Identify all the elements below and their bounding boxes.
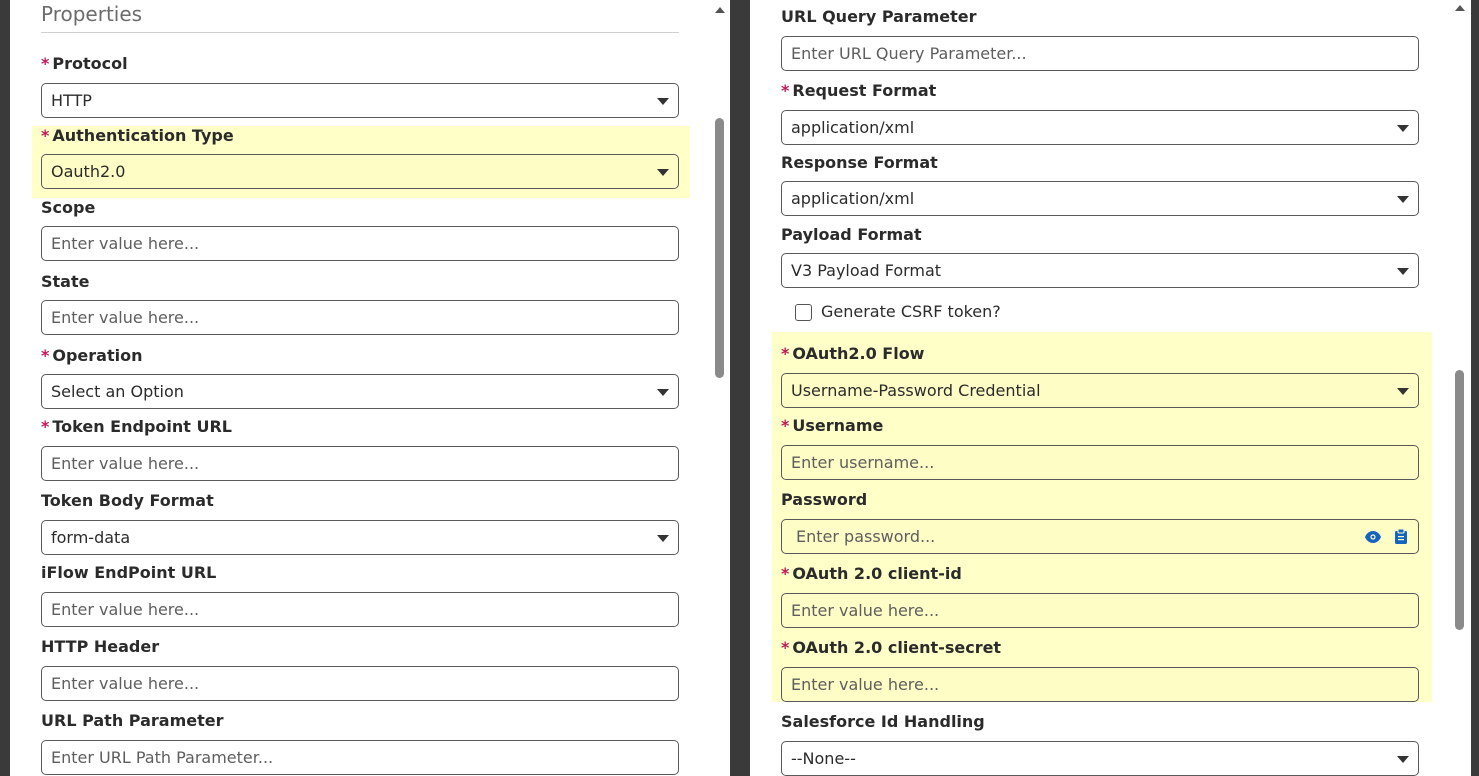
client-id-label: * OAuth 2.0 client-id xyxy=(781,564,962,583)
request-format-label: * Request Format xyxy=(781,81,937,100)
username-input[interactable]: Enter username... xyxy=(781,445,1419,480)
chevron-down-icon xyxy=(657,169,669,176)
payload-format-label: Payload Format xyxy=(781,225,922,244)
response-format-label: Response Format xyxy=(781,153,938,172)
chevron-down-icon xyxy=(1397,196,1409,203)
response-format-select[interactable]: application/xml xyxy=(781,181,1419,216)
client-secret-input[interactable]: Enter value here... xyxy=(781,667,1419,702)
chevron-down-icon xyxy=(1397,756,1409,763)
scroll-up-arrow-icon[interactable] xyxy=(1455,5,1465,11)
chevron-down-icon xyxy=(1397,388,1409,395)
required-asterisk: * xyxy=(41,126,50,145)
right-properties-panel: URL Query Parameter Enter URL Query Para… xyxy=(750,0,1471,776)
eye-icon[interactable] xyxy=(1365,529,1381,545)
chevron-down-icon xyxy=(1397,125,1409,132)
payload-format-select[interactable]: V3 Payload Format xyxy=(781,253,1419,288)
protocol-label: * Protocol xyxy=(41,54,128,73)
chevron-down-icon xyxy=(657,389,669,396)
client-id-input[interactable]: Enter value here... xyxy=(781,593,1419,628)
heading-divider xyxy=(41,32,679,33)
chevron-down-icon xyxy=(657,98,669,105)
left-scrollbar-thumb[interactable] xyxy=(715,118,724,378)
token-endpoint-label: * Token Endpoint URL xyxy=(41,417,232,436)
http-header-label: HTTP Header xyxy=(41,637,160,656)
url-query-param-input[interactable]: Enter URL Query Parameter... xyxy=(781,36,1419,71)
token-body-format-select[interactable]: form-data xyxy=(41,520,679,555)
salesforce-id-select[interactable]: --None-- xyxy=(781,741,1419,776)
state-input[interactable]: Enter value here... xyxy=(41,300,679,335)
required-asterisk: * xyxy=(41,417,50,436)
required-asterisk: * xyxy=(781,416,790,435)
salesforce-id-label: Salesforce Id Handling xyxy=(781,712,985,731)
left-scrollbar[interactable] xyxy=(715,0,725,776)
token-endpoint-input[interactable]: Enter value here... xyxy=(41,446,679,481)
password-actions xyxy=(1365,529,1409,545)
request-format-select[interactable]: application/xml xyxy=(781,110,1419,145)
required-asterisk: * xyxy=(41,54,50,73)
password-input[interactable]: Enter password... xyxy=(781,519,1419,554)
required-asterisk: * xyxy=(41,346,50,365)
protocol-select[interactable]: HTTP xyxy=(41,83,679,118)
url-query-param-label: URL Query Parameter xyxy=(781,7,977,26)
operation-label: * Operation xyxy=(41,346,143,365)
scope-input[interactable]: Enter value here... xyxy=(41,226,679,261)
http-header-input[interactable]: Enter value here... xyxy=(41,666,679,701)
state-label: State xyxy=(41,272,90,291)
auth-type-label: * Authentication Type xyxy=(41,126,234,145)
required-asterisk: * xyxy=(781,344,790,363)
csrf-checkbox-label[interactable]: Generate CSRF token? xyxy=(821,302,1001,321)
chevron-down-icon xyxy=(657,535,669,542)
client-secret-label: * OAuth 2.0 client-secret xyxy=(781,638,1002,657)
scroll-up-arrow-icon[interactable] xyxy=(715,7,725,13)
scope-label: Scope xyxy=(41,198,96,217)
csrf-checkbox[interactable] xyxy=(795,304,812,321)
right-scrollbar-thumb[interactable] xyxy=(1455,370,1464,630)
url-path-param-label: URL Path Parameter xyxy=(41,711,224,730)
url-path-param-input[interactable]: Enter URL Path Parameter... xyxy=(41,740,679,775)
auth-type-select[interactable]: Oauth2.0 xyxy=(41,154,679,189)
oauth-flow-label: * OAuth2.0 Flow xyxy=(781,344,925,363)
iflow-endpoint-input[interactable]: Enter value here... xyxy=(41,592,679,627)
operation-select[interactable]: Select an Option xyxy=(41,374,679,409)
chevron-down-icon xyxy=(1397,268,1409,275)
left-properties-panel: Properties * Protocol HTTP * Authenticatio… xyxy=(10,0,730,776)
username-label: * Username xyxy=(781,416,884,435)
password-label: Password xyxy=(781,490,868,509)
required-asterisk: * xyxy=(781,638,790,657)
iflow-endpoint-label: iFlow EndPoint URL xyxy=(41,563,217,582)
required-asterisk: * xyxy=(781,564,790,583)
oauth-flow-select[interactable]: Username-Password Credential xyxy=(781,373,1419,408)
clipboard-icon[interactable] xyxy=(1393,529,1409,545)
token-body-format-label: Token Body Format xyxy=(41,491,214,510)
properties-heading: Properties xyxy=(41,2,143,26)
required-asterisk: * xyxy=(781,81,790,100)
